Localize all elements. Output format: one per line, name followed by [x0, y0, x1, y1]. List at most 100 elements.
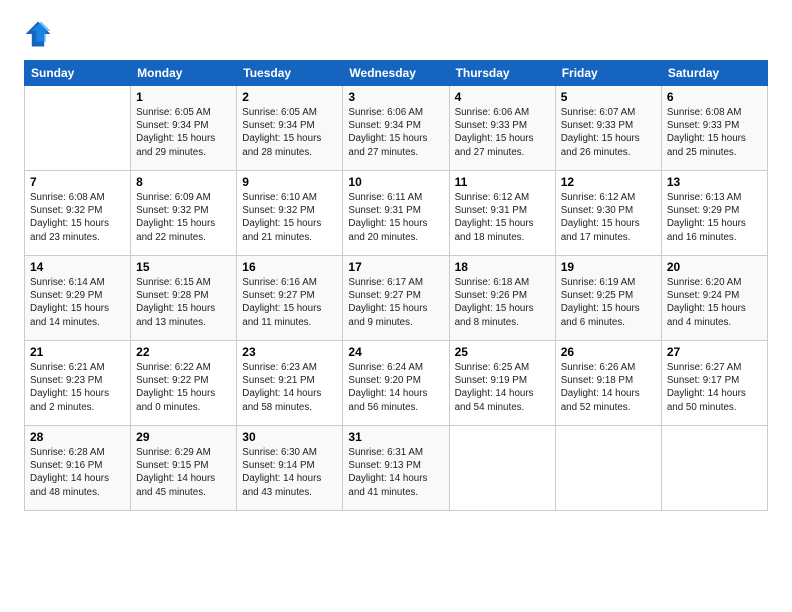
week-row-5: 28 Sunrise: 6:28 AMSunset: 9:16 PMDayligh… [25, 426, 768, 511]
day-cell: 16Sunrise: 6:16 AMSunset: 9:27 PMDayligh… [237, 256, 343, 341]
header-saturday: Saturday [661, 61, 767, 86]
day-cell: 13 Sunrise: 6:13 AMSunset: 9:29 PMDayligh… [661, 171, 767, 256]
day-number: 5 [561, 90, 656, 104]
day-cell: 30 Sunrise: 6:30 AMSunset: 9:14 PMDayligh… [237, 426, 343, 511]
day-cell: 27 Sunrise: 6:27 AMSunset: 9:17 PMDayligh… [661, 341, 767, 426]
day-info: Sunrise: 6:20 AMSunset: 9:24 PMDaylight:… [667, 276, 762, 329]
day-number: 18 [455, 260, 550, 274]
day-number: 1 [136, 90, 231, 104]
day-cell: 20 Sunrise: 6:20 AMSunset: 9:24 PMDayligh… [661, 256, 767, 341]
day-number: 7 [30, 175, 125, 189]
day-cell: 23 Sunrise: 6:23 AMSunset: 9:21 PMDayligh… [237, 341, 343, 426]
header-wednesday: Wednesday [343, 61, 449, 86]
day-cell: 29 Sunrise: 6:29 AMSunset: 9:15 PMDayligh… [131, 426, 237, 511]
day-number: 13 [667, 175, 762, 189]
day-cell: 6Sunrise: 6:08 AMSunset: 9:33 PMDaylight… [661, 86, 767, 171]
day-cell [555, 426, 661, 511]
day-number: 28 [30, 430, 125, 444]
day-info: Sunrise: 6:15 AMSunset: 9:28 PMDaylight:… [136, 276, 231, 329]
day-number: 15 [136, 260, 231, 274]
day-info: Sunrise: 6:25 AMSunset: 9:19 PMDaylight:… [455, 361, 550, 414]
week-row-1: 1 Sunrise: 6:05 AMSunset: 9:34 PMDaylight… [25, 86, 768, 171]
day-number: 12 [561, 175, 656, 189]
day-number: 11 [455, 175, 550, 189]
day-number: 27 [667, 345, 762, 359]
day-info: Sunrise: 6:31 AMSunset: 9:13 PMDaylight:… [348, 446, 443, 499]
day-cell: 21 Sunrise: 6:21 AMSunset: 9:23 PMDayligh… [25, 341, 131, 426]
day-number: 20 [667, 260, 762, 274]
day-cell: 15 Sunrise: 6:15 AMSunset: 9:28 PMDayligh… [131, 256, 237, 341]
day-info: Sunrise: 6:07 AMSunset: 9:33 PMDaylight:… [561, 106, 656, 159]
day-info: Sunrise: 6:10 AMSunset: 9:32 PMDaylight:… [242, 191, 337, 244]
page: SundayMondayTuesdayWednesdayThursdayFrid… [0, 0, 792, 612]
day-cell: 26Sunrise: 6:26 AMSunset: 9:18 PMDayligh… [555, 341, 661, 426]
day-info: Sunrise: 6:27 AMSunset: 9:17 PMDaylight:… [667, 361, 762, 414]
day-number: 6 [667, 90, 762, 104]
day-cell: 11Sunrise: 6:12 AMSunset: 9:31 PMDayligh… [449, 171, 555, 256]
day-number: 19 [561, 260, 656, 274]
header-friday: Friday [555, 61, 661, 86]
day-cell [449, 426, 555, 511]
week-row-4: 21 Sunrise: 6:21 AMSunset: 9:23 PMDayligh… [25, 341, 768, 426]
day-number: 24 [348, 345, 443, 359]
day-info: Sunrise: 6:12 AMSunset: 9:30 PMDaylight:… [561, 191, 656, 244]
day-cell: 18 Sunrise: 6:18 AMSunset: 9:26 PMDayligh… [449, 256, 555, 341]
day-cell: 10Sunrise: 6:11 AMSunset: 9:31 PMDayligh… [343, 171, 449, 256]
header-sunday: Sunday [25, 61, 131, 86]
header-thursday: Thursday [449, 61, 555, 86]
day-number: 2 [242, 90, 337, 104]
day-number: 22 [136, 345, 231, 359]
day-cell [661, 426, 767, 511]
day-cell: 3Sunrise: 6:06 AMSunset: 9:34 PMDaylight… [343, 86, 449, 171]
calendar-table: SundayMondayTuesdayWednesdayThursdayFrid… [24, 60, 768, 511]
day-cell: 31 Sunrise: 6:31 AMSunset: 9:13 PMDayligh… [343, 426, 449, 511]
day-cell: 25Sunrise: 6:25 AMSunset: 9:19 PMDayligh… [449, 341, 555, 426]
day-cell: 14 Sunrise: 6:14 AMSunset: 9:29 PMDayligh… [25, 256, 131, 341]
day-info: Sunrise: 6:23 AMSunset: 9:21 PMDaylight:… [242, 361, 337, 414]
day-cell: 5 Sunrise: 6:07 AMSunset: 9:33 PMDaylight… [555, 86, 661, 171]
day-number: 21 [30, 345, 125, 359]
day-cell: 28 Sunrise: 6:28 AMSunset: 9:16 PMDayligh… [25, 426, 131, 511]
day-info: Sunrise: 6:14 AMSunset: 9:29 PMDaylight:… [30, 276, 125, 329]
day-cell: 2Sunrise: 6:05 AMSunset: 9:34 PMDaylight… [237, 86, 343, 171]
day-number: 4 [455, 90, 550, 104]
day-info: Sunrise: 6:06 AMSunset: 9:33 PMDaylight:… [455, 106, 550, 159]
day-cell: 1 Sunrise: 6:05 AMSunset: 9:34 PMDaylight… [131, 86, 237, 171]
day-number: 29 [136, 430, 231, 444]
day-number: 3 [348, 90, 443, 104]
day-info: Sunrise: 6:09 AMSunset: 9:32 PMDaylight:… [136, 191, 231, 244]
day-number: 31 [348, 430, 443, 444]
day-info: Sunrise: 6:28 AMSunset: 9:16 PMDaylight:… [30, 446, 125, 499]
day-cell: 12 Sunrise: 6:12 AMSunset: 9:30 PMDayligh… [555, 171, 661, 256]
day-number: 9 [242, 175, 337, 189]
day-info: Sunrise: 6:29 AMSunset: 9:15 PMDaylight:… [136, 446, 231, 499]
day-info: Sunrise: 6:08 AMSunset: 9:32 PMDaylight:… [30, 191, 125, 244]
day-info: Sunrise: 6:19 AMSunset: 9:25 PMDaylight:… [561, 276, 656, 329]
week-row-2: 7 Sunrise: 6:08 AMSunset: 9:32 PMDaylight… [25, 171, 768, 256]
day-number: 10 [348, 175, 443, 189]
day-info: Sunrise: 6:24 AMSunset: 9:20 PMDaylight:… [348, 361, 443, 414]
week-row-3: 14 Sunrise: 6:14 AMSunset: 9:29 PMDayligh… [25, 256, 768, 341]
logo-icon [24, 20, 52, 48]
day-cell: 17Sunrise: 6:17 AMSunset: 9:27 PMDayligh… [343, 256, 449, 341]
calendar-header-row: SundayMondayTuesdayWednesdayThursdayFrid… [25, 61, 768, 86]
day-number: 16 [242, 260, 337, 274]
day-cell: 19 Sunrise: 6:19 AMSunset: 9:25 PMDayligh… [555, 256, 661, 341]
day-cell: 22 Sunrise: 6:22 AMSunset: 9:22 PMDayligh… [131, 341, 237, 426]
day-info: Sunrise: 6:17 AMSunset: 9:27 PMDaylight:… [348, 276, 443, 329]
day-info: Sunrise: 6:21 AMSunset: 9:23 PMDaylight:… [30, 361, 125, 414]
day-number: 30 [242, 430, 337, 444]
day-cell: 9 Sunrise: 6:10 AMSunset: 9:32 PMDaylight… [237, 171, 343, 256]
day-number: 14 [30, 260, 125, 274]
day-cell: 4 Sunrise: 6:06 AMSunset: 9:33 PMDaylight… [449, 86, 555, 171]
day-info: Sunrise: 6:22 AMSunset: 9:22 PMDaylight:… [136, 361, 231, 414]
day-info: Sunrise: 6:18 AMSunset: 9:26 PMDaylight:… [455, 276, 550, 329]
day-cell: 8Sunrise: 6:09 AMSunset: 9:32 PMDaylight… [131, 171, 237, 256]
logo [24, 20, 56, 48]
day-info: Sunrise: 6:30 AMSunset: 9:14 PMDaylight:… [242, 446, 337, 499]
day-cell: 24 Sunrise: 6:24 AMSunset: 9:20 PMDayligh… [343, 341, 449, 426]
day-info: Sunrise: 6:05 AMSunset: 9:34 PMDaylight:… [136, 106, 231, 159]
day-number: 23 [242, 345, 337, 359]
header [24, 20, 768, 48]
day-info: Sunrise: 6:13 AMSunset: 9:29 PMDaylight:… [667, 191, 762, 244]
